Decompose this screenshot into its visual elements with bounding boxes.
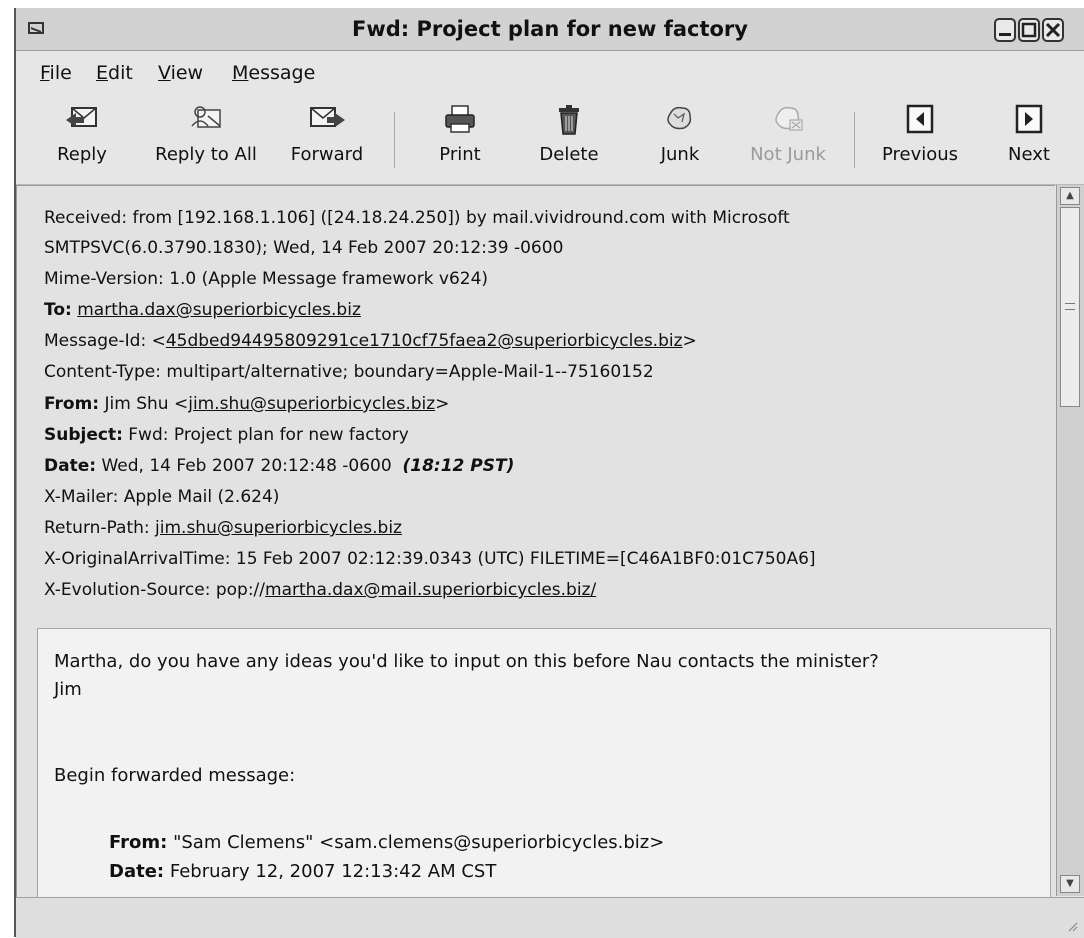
message-body[interactable]: Martha, do you have any ideas you'd like… [37,628,1051,897]
junk-icon [667,106,692,130]
junk-button[interactable]: Junk [652,102,708,165]
message-view[interactable]: Received: from [192.168.1.106] ([24.18.2… [16,185,1055,897]
message-id-link[interactable]: 45dbed94495809291ce1710cf75faea2@superio… [166,331,683,351]
minimize-button[interactable] [994,18,1016,42]
vertical-scrollbar[interactable]: ▲ ▼ [1056,185,1084,896]
from-email-link[interactable]: jim.shu@superiorbicycles.biz [188,394,435,414]
forward-icon [310,107,345,127]
not-junk-button[interactable]: Not Junk [740,102,836,165]
toolbar: Reply Reply to All Forward Print Delete … [16,94,1084,185]
trash-icon [559,105,579,135]
toolbar-separator [394,112,395,168]
scroll-up-arrow[interactable]: ▲ [1060,187,1080,205]
header-return-path: Return-Path: jim.shu@superiorbicycles.bi… [44,518,402,538]
delete-button[interactable]: Delete [534,102,604,165]
header-content-type: Content-Type: multipart/alternative; bou… [44,362,654,382]
toolbar-separator [854,112,855,168]
resize-grip-icon[interactable] [1066,920,1078,932]
forwarded-intro: Begin forwarded message: [54,765,296,786]
reply-icon [66,107,97,127]
body-line: Martha, do you have any ideas you'd like… [54,651,879,672]
body-signature: Jim [54,679,82,700]
header-date: Date: Wed, 14 Feb 2007 20:12:48 -0600 (1… [44,456,515,476]
header-evolution-source: X-Evolution-Source: pop://martha.dax@mai… [44,580,597,600]
scrollbar-thumb[interactable] [1060,207,1080,407]
reply-button[interactable]: Reply [52,102,112,165]
header-subject: Subject: Fwd: Project plan for new facto… [44,425,409,445]
close-button[interactable] [1042,18,1064,42]
maximize-button[interactable] [1018,18,1040,42]
menu-edit[interactable]: Edit [96,62,133,84]
header-to: To: martha.dax@superiorbicycles.biz [44,300,361,320]
previous-icon [906,104,934,134]
menu-bar: File Edit View Message [16,51,1084,93]
header-from: From: Jim Shu <jim.shu@superiorbicycles.… [44,394,450,414]
minimize-icon [999,33,1011,36]
header-mime-version: Mime-Version: 1.0 (Apple Message framewo… [44,269,489,289]
menu-message[interactable]: Message [232,62,315,84]
title-bar[interactable]: Fwd: Project plan for new factory [16,8,1084,51]
header-received-cont: SMTPSVC(6.0.3790.1830); Wed, 14 Feb 2007… [44,238,564,258]
to-email-link[interactable]: martha.dax@superiorbicycles.biz [77,300,361,320]
maximize-icon [1021,22,1037,38]
return-path-link[interactable]: jim.shu@superiorbicycles.biz [155,518,402,538]
status-bar [16,897,1084,938]
forward-button[interactable]: Forward [282,102,372,165]
forwarded-from: From: "Sam Clemens" <sam.clemens@superio… [109,832,665,853]
print-button[interactable]: Print [430,102,490,165]
menu-file[interactable]: File [40,62,72,84]
close-icon [1045,22,1061,38]
next-icon [1015,104,1043,134]
printer-icon [445,105,475,133]
header-x-mailer: X-Mailer: Apple Mail (2.624) [44,487,280,507]
previous-button[interactable]: Previous [870,102,970,165]
reply-all-icon [191,106,221,128]
menu-view[interactable]: View [158,62,203,84]
evolution-source-link[interactable]: martha.dax@mail.superiorbicycles.biz/ [265,580,596,600]
header-arrival-time: X-OriginalArrivalTime: 15 Feb 2007 02:12… [44,549,816,569]
not-junk-icon [775,106,803,131]
next-button[interactable]: Next [1004,102,1054,165]
reply-to-all-button[interactable]: Reply to All [146,102,266,165]
forwarded-date: Date: February 12, 2007 12:13:42 AM CST [109,861,497,882]
window-title: Fwd: Project plan for new factory [352,17,748,41]
scroll-down-arrow[interactable]: ▼ [1060,875,1080,893]
header-message-id: Message-Id: <45dbed94495809291ce1710cf75… [44,331,697,351]
message-window: Fwd: Project plan for new factory File E… [14,8,1084,938]
header-received: Received: from [192.168.1.106] ([24.18.2… [44,208,790,228]
